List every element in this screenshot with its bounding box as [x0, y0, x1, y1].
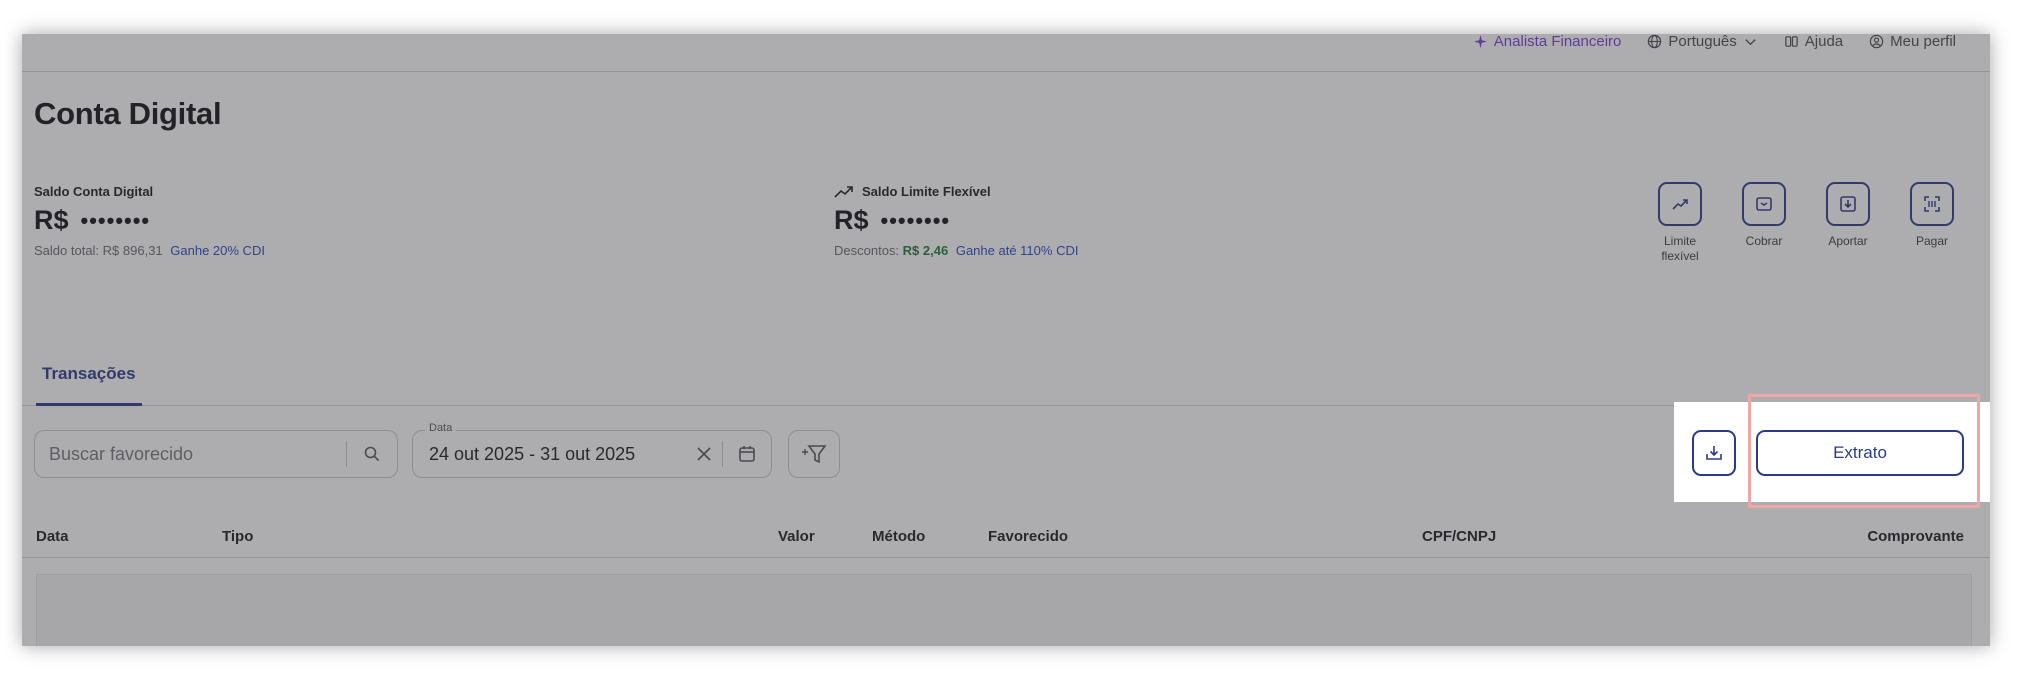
account-balance-card: Saldo Conta Digital R$ •••••••• Saldo to…: [34, 184, 265, 258]
cdi-link[interactable]: Ganhe até 110% CDI: [956, 243, 1079, 258]
trend-up-icon: [834, 185, 853, 198]
masked-balance: ••••••••: [80, 207, 151, 233]
download-icon: [1706, 446, 1722, 460]
date-range-field[interactable]: Data 24 out 2025 - 31 out 2025: [412, 422, 772, 478]
column-header: Tipo: [222, 528, 254, 545]
tab-transacoes[interactable]: Transações: [36, 354, 142, 406]
help-label: Ajuda: [1804, 34, 1844, 50]
close-icon: [697, 447, 711, 461]
discounts-amount: R$ 2,46: [902, 243, 949, 258]
account-balance-label: Saldo Conta Digital: [34, 184, 154, 199]
column-header: Data: [36, 528, 69, 545]
assistant-label: Analista Financeiro: [1493, 34, 1622, 50]
action-button[interactable]: [1658, 182, 1702, 226]
page-title: Conta Digital: [34, 96, 222, 131]
assistant-link[interactable]: Analista Financeiro: [1473, 34, 1622, 54]
chevron-down-icon: [1745, 38, 1756, 45]
help-icon: [1785, 35, 1798, 47]
quick-actions: Limite flexível Cobrar Aportar Pagar: [1652, 182, 1960, 264]
search-icon: [364, 446, 380, 462]
account-balance-subtext: Saldo total: R$ 896,31 Ganhe 20% CDI: [34, 243, 265, 258]
deposit-icon: [1840, 196, 1856, 212]
filter-add-icon: [802, 445, 827, 464]
flexible-balance-header: Saldo Limite Flexível: [834, 184, 1078, 199]
app-window: Analista Financeiro Português Ajuda Meu …: [22, 34, 1990, 646]
masked-balance: ••••••••: [880, 207, 951, 233]
currency-symbol: R$: [834, 205, 869, 235]
column-header: Favorecido: [988, 528, 1069, 545]
search-button[interactable]: [347, 445, 397, 463]
total-balance-text: Saldo total: R$ 896,31: [34, 243, 163, 258]
column-header: CPF/CNPJ: [1422, 528, 1497, 545]
top-bar: Analista Financeiro Português Ajuda Meu …: [22, 34, 1990, 72]
globe-icon: [1648, 34, 1662, 48]
language-selector[interactable]: Português: [1647, 34, 1757, 54]
column-header: Método: [872, 528, 926, 545]
action-limite-flexivel[interactable]: Limite flexível: [1652, 182, 1708, 264]
action-cobrar[interactable]: Cobrar: [1736, 182, 1792, 264]
action-pagar[interactable]: Pagar: [1904, 182, 1960, 264]
action-aportar[interactable]: Aportar: [1820, 182, 1876, 264]
calendar-button[interactable]: [723, 444, 771, 464]
date-legend: Data: [425, 422, 457, 434]
account-balance-value[interactable]: R$ ••••••••: [34, 205, 265, 236]
date-range-value[interactable]: 24 out 2025 - 31 out 2025: [413, 444, 686, 465]
action-button[interactable]: [1910, 182, 1954, 226]
highlight-box: [1748, 394, 1980, 508]
cdi-link[interactable]: Ganhe 20% CDI: [170, 243, 265, 258]
column-header: Comprovante: [1867, 528, 1964, 545]
action-label: Limite flexível: [1661, 234, 1699, 263]
help-link[interactable]: Ajuda: [1784, 34, 1843, 54]
action-label: Pagar: [1915, 234, 1949, 248]
table-body-placeholder: [36, 574, 1972, 646]
inbox-icon: [1756, 197, 1772, 211]
table-header: Data Tipo Valor Método Favorecido CPF/CN…: [22, 514, 1990, 558]
action-button[interactable]: [1742, 182, 1786, 226]
discounts-label: Descontos:: [834, 243, 900, 258]
search-field[interactable]: Buscar favorecido: [34, 430, 398, 478]
flexible-balance-subtext: Descontos: R$ 2,46 Ganhe até 110% CDI: [834, 243, 1078, 258]
flexible-balance-label: Saldo Limite Flexível: [862, 184, 991, 199]
flexible-balance-card: Saldo Limite Flexível R$ •••••••• Descon…: [834, 184, 1078, 258]
app-content: Analista Financeiro Português Ajuda Meu …: [22, 34, 1990, 646]
action-label: Aportar: [1828, 234, 1868, 248]
sparkle-icon: [1473, 34, 1487, 48]
download-button[interactable]: [1692, 430, 1736, 476]
calendar-icon: [739, 446, 755, 462]
filter-button[interactable]: [788, 430, 840, 478]
column-header: Valor: [778, 528, 815, 545]
tab-bar: Transações: [22, 354, 1990, 406]
action-button[interactable]: [1826, 182, 1870, 226]
barcode-scan-icon: [1924, 196, 1940, 212]
currency-symbol: R$: [34, 205, 69, 235]
user-icon: [1869, 34, 1884, 48]
clear-date-button[interactable]: [686, 444, 722, 464]
search-input[interactable]: Buscar favorecido: [35, 444, 346, 465]
flexible-balance-value[interactable]: R$ ••••••••: [834, 205, 1078, 236]
language-label: Português: [1668, 34, 1737, 50]
action-label: Cobrar: [1745, 234, 1783, 248]
profile-label: Meu perfil: [1890, 34, 1956, 50]
profile-link[interactable]: Meu perfil: [1869, 34, 1956, 54]
trend-up-icon: [1672, 199, 1688, 210]
